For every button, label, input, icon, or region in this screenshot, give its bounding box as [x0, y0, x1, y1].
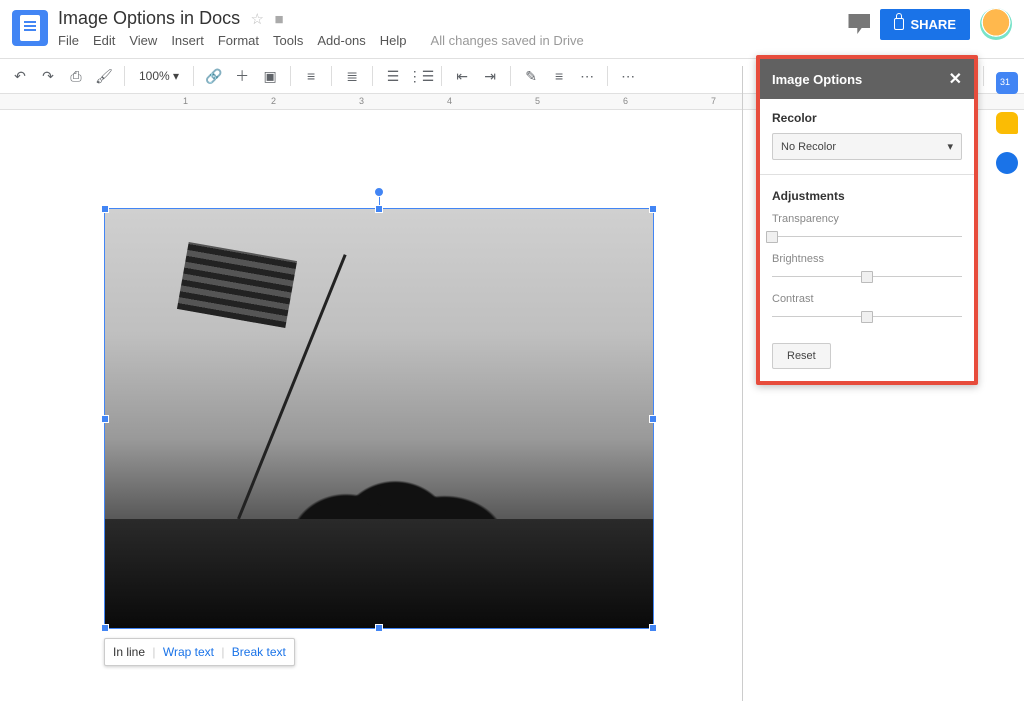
- align-icon[interactable]: ≡: [299, 64, 323, 88]
- contrast-label: Contrast: [772, 293, 962, 305]
- docs-logo[interactable]: [12, 10, 48, 46]
- rotate-handle[interactable]: [374, 187, 384, 197]
- transparency-thumb[interactable]: [766, 231, 778, 243]
- brightness-label: Brightness: [772, 253, 962, 265]
- contrast-slider[interactable]: [772, 311, 962, 323]
- comments-icon[interactable]: [848, 14, 870, 34]
- border-dash-icon[interactable]: ⋯: [575, 64, 599, 88]
- transparency-label: Transparency: [772, 213, 962, 225]
- image-content: [105, 209, 653, 628]
- share-button[interactable]: SHARE: [880, 9, 970, 40]
- tasks-app-icon[interactable]: [996, 152, 1018, 174]
- border-color-icon[interactable]: ✎: [519, 64, 543, 88]
- lock-icon: [894, 18, 904, 30]
- page: In line | Wrap text | Break text: [16, 120, 736, 680]
- menu-addons[interactable]: Add-ons: [317, 33, 365, 48]
- indent-decrease-icon[interactable]: ⇤: [450, 64, 474, 88]
- menu-edit[interactable]: Edit: [93, 33, 115, 48]
- menu-help[interactable]: Help: [380, 33, 407, 48]
- image-options-panel: Image Options ✕ Recolor No Recolor ▾ Adj…: [756, 55, 978, 385]
- keep-app-icon[interactable]: [996, 112, 1018, 134]
- menu-file[interactable]: File: [58, 33, 79, 48]
- document-title[interactable]: Image Options in Docs: [58, 8, 240, 29]
- header-right: SHARE: [848, 8, 1012, 40]
- menu-format[interactable]: Format: [218, 33, 259, 48]
- menubar: File Edit View Insert Format Tools Add-o…: [58, 33, 848, 48]
- ruler-tick: 6: [623, 96, 628, 106]
- chevron-down-icon: ▾: [947, 140, 953, 153]
- recolor-section-title: Recolor: [772, 111, 962, 125]
- transparency-slider[interactable]: [772, 231, 962, 243]
- page-border: [742, 66, 743, 701]
- resize-handle-bl[interactable]: [101, 624, 109, 632]
- link-icon[interactable]: 🔗: [202, 64, 226, 88]
- indent-increase-icon[interactable]: ⇥: [478, 64, 502, 88]
- undo-icon[interactable]: ↶: [8, 64, 32, 88]
- panel-title: Image Options: [772, 72, 862, 87]
- folder-icon[interactable]: ■: [274, 11, 283, 28]
- adjustments-section-title: Adjustments: [772, 189, 962, 203]
- ruler-tick: 4: [447, 96, 452, 106]
- resize-handle-br[interactable]: [649, 624, 657, 632]
- resize-handle-bc[interactable]: [375, 624, 383, 632]
- comment-add-icon[interactable]: ＋: [230, 64, 254, 88]
- wrap-break[interactable]: Break text: [232, 645, 286, 659]
- resize-handle-tc[interactable]: [375, 205, 383, 213]
- menu-view[interactable]: View: [129, 33, 157, 48]
- resize-handle-mr[interactable]: [649, 415, 657, 423]
- brightness-slider[interactable]: [772, 271, 962, 283]
- ruler-tick: 2: [271, 96, 276, 106]
- saved-status: All changes saved in Drive: [431, 33, 584, 48]
- panel-header: Image Options ✕: [760, 59, 974, 99]
- reset-button[interactable]: Reset: [772, 343, 831, 369]
- wrap-toolbar: In line | Wrap text | Break text: [104, 638, 295, 666]
- resize-handle-tr[interactable]: [649, 205, 657, 213]
- ruler-tick: 1: [183, 96, 188, 106]
- ruler-tick: 7: [711, 96, 716, 106]
- image-icon[interactable]: ▣: [258, 64, 282, 88]
- recolor-value: No Recolor: [781, 141, 836, 153]
- contrast-thumb[interactable]: [861, 311, 873, 323]
- brightness-thumb[interactable]: [861, 271, 873, 283]
- resize-handle-tl[interactable]: [101, 205, 109, 213]
- wrap-text[interactable]: Wrap text: [163, 645, 214, 659]
- selected-image[interactable]: [104, 208, 654, 629]
- ruler-tick: 3: [359, 96, 364, 106]
- border-weight-icon[interactable]: ≡: [547, 64, 571, 88]
- line-spacing-icon[interactable]: ≣: [340, 64, 364, 88]
- title-area: Image Options in Docs ☆ ■ File Edit View…: [58, 8, 848, 48]
- redo-icon[interactable]: ↷: [36, 64, 60, 88]
- header: Image Options in Docs ☆ ■ File Edit View…: [0, 0, 1024, 58]
- zoom-select[interactable]: 100% ▾: [133, 69, 185, 83]
- share-label: SHARE: [910, 17, 956, 32]
- menu-insert[interactable]: Insert: [171, 33, 204, 48]
- recolor-dropdown[interactable]: No Recolor ▾: [772, 133, 962, 160]
- resize-handle-ml[interactable]: [101, 415, 109, 423]
- bulleted-list-icon[interactable]: ⋮☰: [409, 64, 433, 88]
- avatar[interactable]: [980, 8, 1012, 40]
- wrap-inline[interactable]: In line: [113, 645, 145, 659]
- paint-format-icon[interactable]: 🖌: [92, 64, 116, 88]
- close-icon[interactable]: ✕: [949, 69, 962, 89]
- calendar-app-icon[interactable]: [996, 72, 1018, 94]
- more-icon[interactable]: ⋯: [616, 64, 640, 88]
- side-apps: [996, 72, 1018, 174]
- star-icon[interactable]: ☆: [251, 11, 264, 28]
- menu-tools[interactable]: Tools: [273, 33, 303, 48]
- print-icon[interactable]: ⎙: [64, 64, 88, 88]
- numbered-list-icon[interactable]: ☰: [381, 64, 405, 88]
- ruler-tick: 5: [535, 96, 540, 106]
